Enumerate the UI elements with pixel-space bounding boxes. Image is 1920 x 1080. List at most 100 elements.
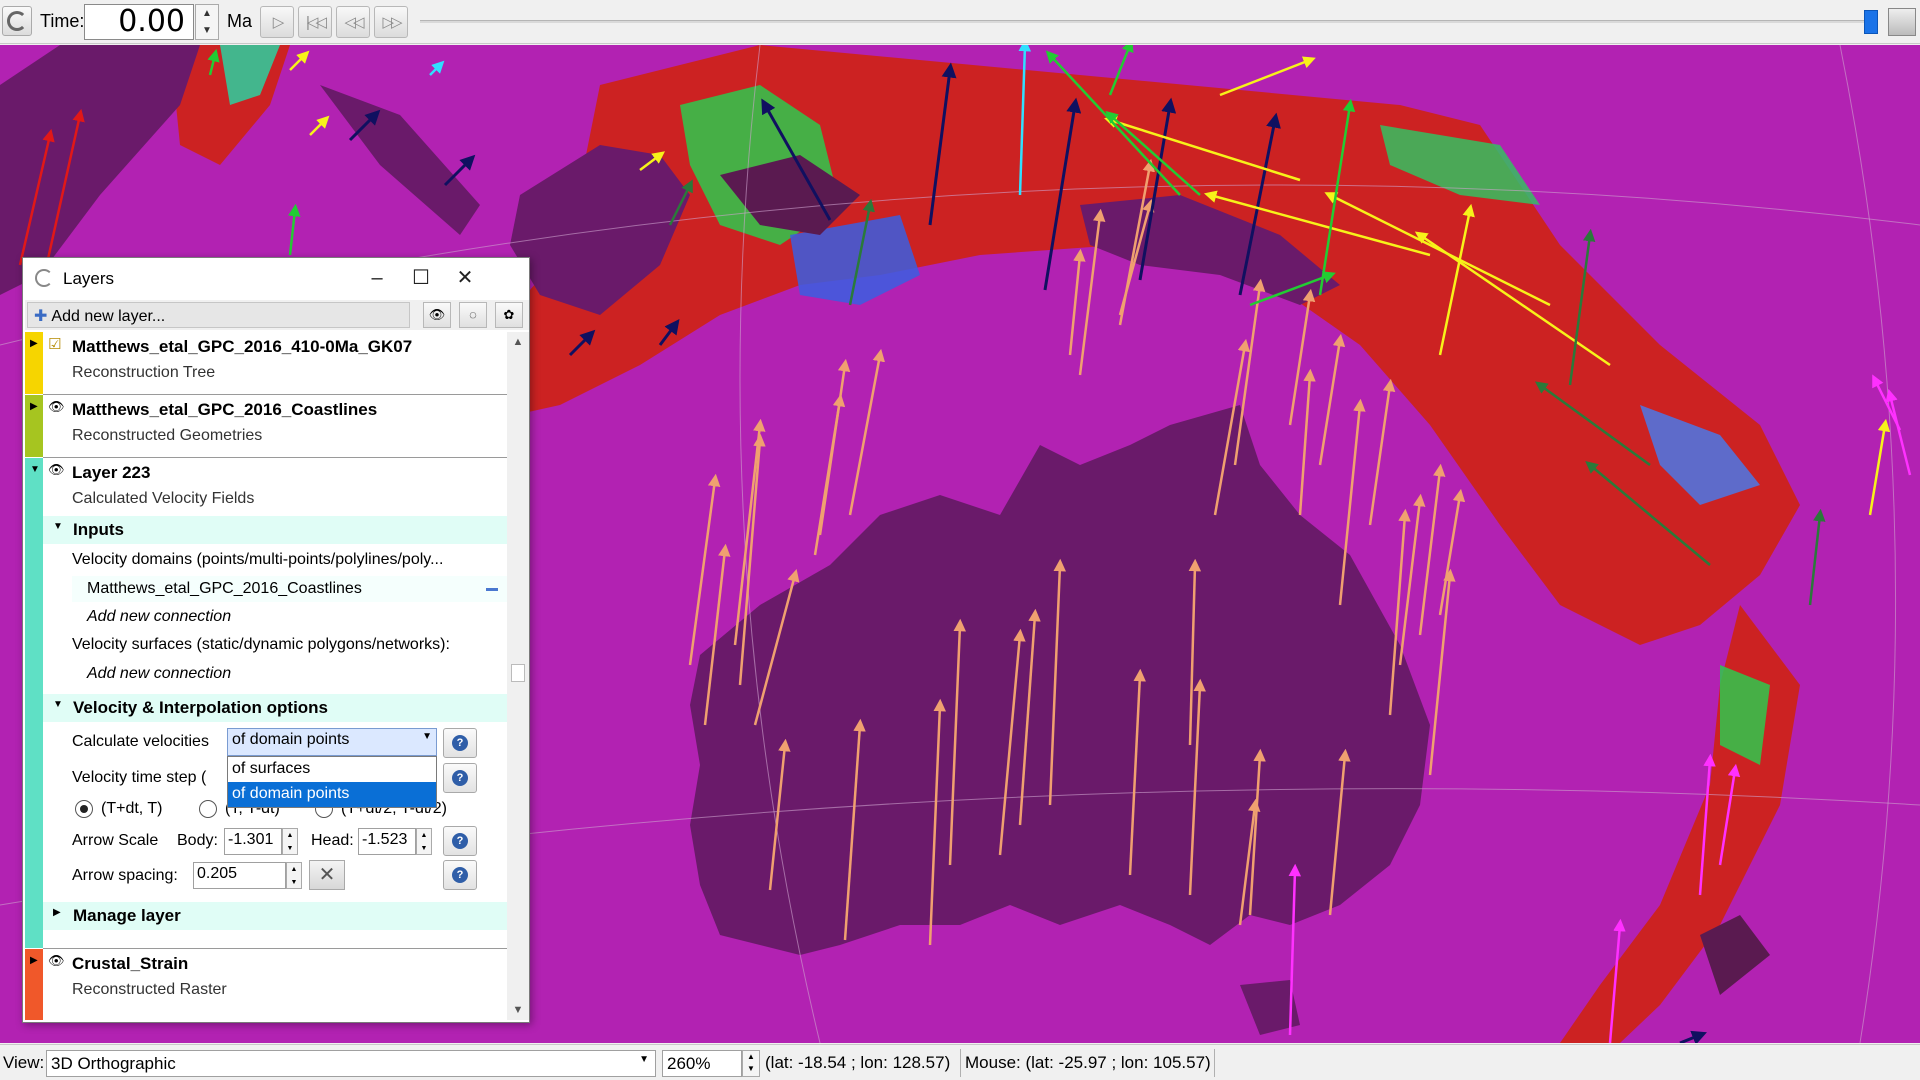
body-scale-spinner[interactable]: ▲ ▼: [282, 828, 298, 855]
eye-icon[interactable]: 👁: [48, 462, 65, 478]
radio-label: (T+dt, T): [101, 800, 163, 817]
dialog-title: Layers: [63, 269, 115, 288]
collapse-arrow-icon[interactable]: ▼: [30, 464, 40, 475]
layer-name: Matthews_etal_GPC_2016_410-0Ma_GK07: [72, 337, 413, 356]
inputs-header: Inputs: [73, 520, 124, 539]
help-icon: ?: [452, 735, 468, 751]
layer-name: Crustal_Strain: [72, 954, 189, 973]
close-icon[interactable]: ✕: [443, 264, 487, 292]
dropdown-arrow-icon: ▼: [639, 1054, 649, 1065]
add-layer-button[interactable]: ✚ Add new layer...: [27, 302, 410, 328]
dialog-titlebar[interactable]: Layers – ☐ ✕: [23, 258, 529, 298]
step-forward-button[interactable]: ▷▷: [374, 6, 408, 38]
divider: [960, 1049, 961, 1077]
eye-icon[interactable]: 👁: [48, 399, 65, 415]
gplates-logo-icon[interactable]: [2, 6, 32, 36]
velocity-domains-label: Velocity domains (points/multi-points/po…: [72, 551, 444, 568]
time-slider[interactable]: [420, 20, 1870, 23]
help-button[interactable]: ?: [443, 763, 477, 793]
help-icon: ?: [452, 867, 468, 883]
eye-icon[interactable]: 👁: [48, 953, 65, 969]
layers-list: ▶ ☑ Matthews_etal_GPC_2016_410-0Ma_GK07 …: [25, 332, 507, 1020]
view-projection-select[interactable]: 3D Orthographic ▼: [46, 1050, 656, 1077]
layer-type: Calculated Velocity Fields: [72, 490, 255, 507]
divider: [1214, 1049, 1215, 1077]
minimize-icon[interactable]: –: [355, 264, 399, 292]
collapse-arrow-icon: ▼: [53, 521, 63, 532]
layers-dialog: Layers – ☐ ✕ ✚ Add new layer... 👁 ◌ ✿ ▶ ☑…: [22, 257, 530, 1023]
collapse-arrow-icon: ▼: [53, 699, 63, 710]
status-bar: View: 3D Orthographic ▼ 260% ▲ ▼ (lat: -1…: [0, 1044, 1920, 1080]
layer-type: Reconstructed Geometries: [72, 427, 263, 444]
time-toolbar: Time: 0.00 ▲ ▼ Ma ▷ |◁◁ ◁◁ ▷▷: [0, 0, 1920, 44]
domains-connection-row[interactable]: Matthews_etal_GPC_2016_Coastlines: [72, 576, 507, 602]
step-back-button[interactable]: ◁◁: [336, 6, 370, 38]
layer-type: Reconstruction Tree: [72, 364, 216, 381]
time-slider-handle[interactable]: [1864, 10, 1878, 34]
help-button[interactable]: ?: [443, 860, 477, 890]
layers-toolbar: ✚ Add new layer... 👁 ◌ ✿: [25, 300, 529, 330]
fast-forward-icon: ▷▷: [382, 14, 402, 31]
zoom-spinner[interactable]: ▲ ▼: [742, 1050, 760, 1077]
expand-arrow-icon: ▶: [53, 907, 61, 918]
window-icon[interactable]: [1888, 8, 1916, 36]
colouring-icon[interactable]: ✿: [495, 302, 523, 328]
spin-down-icon[interactable]: ▼: [196, 22, 218, 39]
options-section-header[interactable]: ▼ Velocity & Interpolation options: [43, 694, 507, 722]
layer-row[interactable]: ▶ ☑ Matthews_etal_GPC_2016_410-0Ma_GK07 …: [25, 332, 507, 394]
reset-spacing-icon[interactable]: ✕: [309, 860, 345, 890]
zoom-input[interactable]: 260%: [662, 1050, 742, 1077]
expand-arrow-icon[interactable]: ▶: [30, 955, 38, 966]
add-connection-link[interactable]: Add new connection: [87, 608, 231, 626]
arrow-scale-label: Arrow Scale: [72, 832, 159, 849]
graticule-line: [1839, 45, 1897, 1043]
head-scale-input[interactable]: -1.523: [358, 828, 416, 855]
help-button[interactable]: ?: [443, 728, 477, 758]
inputs-section-header[interactable]: ▼ Inputs: [43, 516, 507, 544]
scroll-up-icon[interactable]: ▲: [507, 332, 529, 352]
radio-t-minus-dt[interactable]: [199, 800, 217, 818]
manage-layer-header: Manage layer: [73, 906, 181, 925]
body-scale-input[interactable]: -1.301: [224, 828, 282, 855]
option-domain-points[interactable]: of domain points: [228, 782, 436, 807]
expand-arrow-icon[interactable]: ▶: [30, 338, 38, 349]
time-input[interactable]: 0.00: [84, 4, 194, 40]
calculate-velocities-select[interactable]: of domain points ▼: [227, 728, 437, 756]
calculate-velocities-value: of domain points: [232, 731, 350, 748]
checkbox-checked-icon[interactable]: ☑: [48, 335, 61, 353]
time-unit: Ma: [227, 11, 253, 31]
show-all-icon[interactable]: 👁: [423, 302, 451, 328]
spin-up-icon[interactable]: ▲: [196, 5, 218, 22]
velocity-surfaces-label: Velocity surfaces (static/dynamic polygo…: [72, 636, 450, 653]
time-spinner[interactable]: ▲ ▼: [195, 4, 219, 40]
help-button[interactable]: ?: [443, 826, 477, 856]
go-to-start-button[interactable]: |◁◁: [298, 6, 332, 38]
arrow-spacing-label: Arrow spacing:: [72, 867, 178, 884]
hide-all-icon[interactable]: ◌: [459, 302, 487, 328]
option-surfaces[interactable]: of surfaces: [228, 757, 436, 782]
arrow-spacing-input[interactable]: 0.205: [193, 862, 286, 889]
camera-coordinates: (lat: -18.54 ; lon: 128.57): [765, 1053, 951, 1072]
radio-t-plus-dt[interactable]: [75, 800, 93, 818]
head-scale-spinner[interactable]: ▲ ▼: [416, 828, 432, 855]
add-connection-link[interactable]: Add new connection: [87, 665, 231, 683]
domains-connection-name: Matthews_etal_GPC_2016_Coastlines: [87, 580, 362, 597]
scroll-down-icon[interactable]: ▼: [507, 1000, 529, 1020]
layer-row[interactable]: ▶ 👁 Matthews_etal_GPC_2016_Coastlines Re…: [25, 395, 507, 457]
expand-arrow-icon[interactable]: ▶: [30, 401, 38, 412]
layers-scrollbar[interactable]: ▲ ▼: [507, 332, 529, 1020]
plus-icon: ✚: [34, 308, 48, 325]
play-button[interactable]: ▷: [260, 6, 294, 38]
mouse-coordinates: Mouse: (lat: -25.97 ; lon: 105.57): [965, 1053, 1211, 1072]
scroll-thumb[interactable]: [511, 664, 525, 682]
manage-layer-section-header[interactable]: ▶ Manage layer: [43, 902, 507, 930]
add-layer-label: Add new layer...: [51, 308, 166, 325]
body-label: Body:: [177, 832, 218, 849]
maximize-icon[interactable]: ☐: [399, 264, 443, 292]
layer-row-expanded[interactable]: ▼ 👁 Layer 223 Calculated Velocity Fields…: [25, 458, 507, 948]
calculate-velocities-popup: of surfaces of domain points: [227, 756, 437, 808]
layer-row[interactable]: ▶ 👁 Crustal_Strain Reconstructed Raster: [25, 949, 507, 1020]
remove-connection-icon[interactable]: [486, 588, 498, 591]
arrow-spacing-spinner[interactable]: ▲ ▼: [286, 862, 302, 889]
skip-start-icon: |◁◁: [306, 14, 327, 31]
